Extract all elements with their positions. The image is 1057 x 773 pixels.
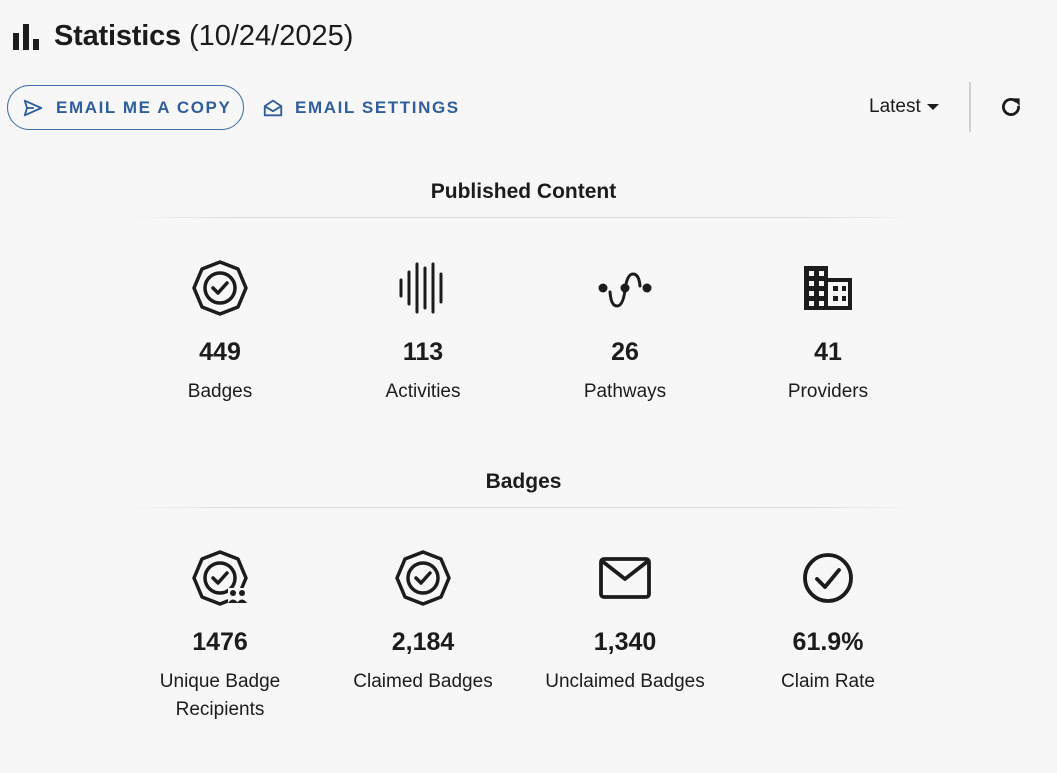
stat-pathways: 26 Pathways [535, 260, 715, 406]
range-select[interactable]: Latest [869, 92, 941, 122]
stat-unclaimed-badges: 1,340 Unclaimed Badges [535, 550, 715, 696]
check-circle-icon [803, 553, 853, 603]
caret-down-icon [926, 104, 939, 110]
stat-label: Badges [187, 381, 253, 402]
bar-chart-icon [13, 24, 39, 50]
stat-value: 61.9% [792, 628, 864, 656]
pathway-icon [598, 272, 652, 308]
refresh-button[interactable] [996, 92, 1026, 122]
stat-label: Claimed Badges [353, 671, 493, 692]
email-settings-label: EMAIL SETTINGS [295, 97, 460, 117]
stat-badges: 449 Badges [130, 260, 310, 406]
refresh-icon [1002, 98, 1020, 116]
stat-value: 113 [402, 338, 444, 366]
badges-heading: Badges [485, 470, 562, 493]
stat-label: Unclaimed Badges [545, 671, 705, 692]
badges-divider [125, 507, 920, 508]
email-me-a-copy-label: EMAIL ME A COPY [56, 97, 232, 117]
statistics-page: Statistics (10/24/2025) EMAIL ME A COPY … [0, 0, 1057, 773]
stat-label: Claim Rate [781, 671, 875, 692]
stat-value: 41 [814, 338, 842, 366]
stat-label: Unique Badge Recipients [159, 671, 281, 720]
stat-label: Activities [385, 381, 461, 402]
stat-value: 26 [611, 338, 639, 366]
email-me-a-copy-button[interactable]: EMAIL ME A COPY [7, 85, 244, 130]
stat-claimed-badges: 2,184 Claimed Badges [333, 550, 513, 696]
mail-icon [599, 557, 651, 599]
page-title-text: Statistics [54, 19, 181, 52]
page-title-date: (10/24/2025) [188, 19, 354, 52]
page-title: Statistics (10/24/2025) [12, 16, 353, 56]
badge-recipients-icon [192, 550, 248, 606]
mail-open-icon [263, 99, 283, 116]
published-content-heading: Published Content [430, 180, 617, 203]
stat-value: 2,184 [391, 628, 455, 656]
stat-value: 1,340 [593, 628, 657, 656]
stat-providers: 41 Providers [738, 260, 918, 406]
stat-label: Providers [787, 381, 869, 402]
building-icon [804, 266, 852, 310]
stat-value: 1476 [192, 628, 248, 656]
stat-value: 449 [199, 338, 241, 366]
toolbar-divider [969, 82, 971, 132]
range-select-value: Latest [869, 96, 921, 117]
published-content-divider [125, 217, 920, 218]
stat-activities: 113 Activities [333, 260, 513, 406]
stat-label: Pathways [583, 381, 667, 402]
stat-unique-badge-recipients: 1476 Unique Badge Recipients [130, 550, 310, 724]
email-settings-button[interactable]: EMAIL SETTINGS [262, 85, 460, 130]
badge-check-icon [192, 260, 248, 316]
badge-check-icon [395, 550, 451, 606]
activity-bars-icon [399, 262, 443, 314]
send-icon [23, 99, 43, 116]
stat-claim-rate: 61.9% Claim Rate [738, 550, 918, 696]
